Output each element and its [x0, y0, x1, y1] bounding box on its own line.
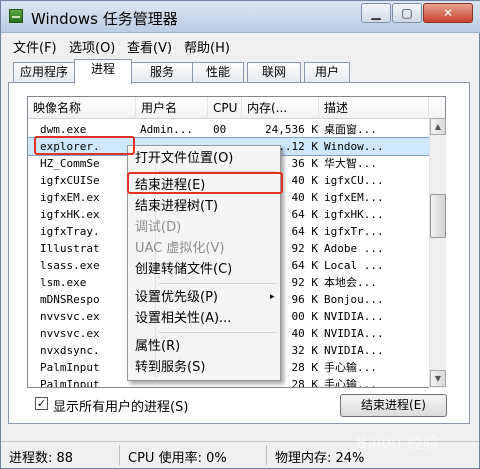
tab-services[interactable]: 服务	[131, 62, 193, 83]
task-manager-icon	[9, 9, 23, 23]
show-all-users-label[interactable]: 显示所有用户的进程(S)	[53, 396, 188, 415]
menu-view[interactable]: 查看(V)	[127, 37, 172, 56]
menu-help[interactable]: 帮助(H)	[184, 37, 230, 56]
menu-end-process-tree[interactable]: 结束进程树(T)	[130, 196, 278, 217]
process-description: NVIDIA...	[324, 310, 384, 323]
scroll-up-icon[interactable]: ▲	[430, 118, 446, 135]
column-image-name[interactable]: 映像名称	[28, 97, 136, 119]
process-description: igfxTr...	[324, 225, 384, 238]
process-description: Adobe ...	[324, 242, 384, 255]
process-name: igfxTray.	[40, 225, 100, 238]
submenu-arrow-icon: ▸	[270, 292, 275, 302]
window-title: Windows 任务管理器	[31, 10, 178, 28]
process-description: Bonjou...	[324, 293, 384, 306]
column-memory[interactable]: 内存(...	[242, 97, 319, 119]
process-name: PalmInput	[40, 361, 100, 374]
process-count: 进程数: 88	[9, 451, 74, 466]
process-name: HZ_CommSe	[40, 157, 100, 170]
process-description: NVIDIA...	[324, 327, 384, 340]
process-name: igfxCUISe	[40, 174, 100, 187]
vertical-scrollbar[interactable]: ▲ ▼	[429, 118, 446, 388]
highlight-explorer-row	[34, 136, 135, 155]
process-description: NVIDIA...	[324, 344, 384, 357]
process-name: lsm.exe	[40, 276, 87, 289]
memory-usage: 物理内存: 24%	[275, 451, 365, 466]
process-memory: 24,536 K	[265, 123, 318, 136]
tab-users[interactable]: 用户	[304, 62, 350, 83]
process-name: PalmInput	[40, 378, 100, 388]
scroll-down-icon[interactable]: ▼	[430, 370, 446, 387]
end-process-button[interactable]: 结束进程(E)	[340, 394, 447, 417]
process-name: igfxEM.ex	[40, 191, 100, 204]
tab-applications[interactable]: 应用程序	[13, 62, 75, 83]
scroll-thumb[interactable]	[430, 194, 446, 238]
cpu-usage: CPU 使用率: 0%	[128, 451, 227, 466]
close-button[interactable]: ✕	[423, 3, 473, 23]
minimize-button[interactable]: ▁	[361, 3, 391, 23]
process-name: mDNSRespo	[40, 293, 100, 306]
menu-separator	[158, 283, 276, 284]
maximize-button[interactable]: ▢	[392, 3, 422, 23]
show-all-users-checkbox[interactable]: ✓	[35, 397, 48, 410]
process-description: 本地会...	[324, 276, 377, 289]
process-cpu: 00	[213, 123, 227, 136]
tab-strip: 应用程序 进程 服务 性能 联网 用户	[1, 59, 479, 84]
menu-open-file-location[interactable]: 打开文件位置(O)	[130, 148, 278, 169]
process-description: 手心输...	[324, 361, 377, 374]
menu-go-to-service[interactable]: 转到服务(S)	[130, 357, 278, 378]
menu-create-dump[interactable]: 创建转储文件(C)	[130, 259, 278, 280]
status-divider	[119, 445, 120, 465]
process-description: 手心输...	[324, 378, 377, 388]
status-divider	[266, 445, 267, 465]
process-description: igfxCU...	[324, 174, 384, 187]
process-description: Window...	[324, 140, 384, 153]
menu-file[interactable]: 文件(F)	[13, 37, 57, 56]
process-description: igfxHK...	[324, 208, 384, 221]
process-description: 桌面窗...	[324, 123, 377, 136]
menu-set-priority[interactable]: 设置优先级(P) ▸	[130, 287, 278, 308]
column-cpu[interactable]: CPU	[208, 97, 242, 119]
menu-uac-virtualization: UAC 虚拟化(V)	[135, 241, 225, 256]
process-name: igfxHK.ex	[40, 208, 100, 221]
process-user: Admin...	[140, 123, 193, 136]
list-header: 映像名称 用户名 CPU 内存(... 描述	[28, 97, 445, 119]
highlight-end-process	[127, 172, 283, 194]
process-description: Local ...	[324, 259, 384, 272]
menu-set-priority-label: 设置优先级(P)	[135, 290, 218, 305]
menu-bar: 文件(F) 选项(O) 查看(V) 帮助(H)	[1, 34, 479, 56]
process-description: igfxEM...	[324, 191, 384, 204]
process-name: Illustrat	[40, 242, 100, 255]
tab-processes[interactable]: 进程	[74, 59, 132, 84]
menu-options[interactable]: 选项(O)	[69, 37, 115, 56]
tab-performance[interactable]: 性能	[192, 62, 244, 83]
task-manager-window: Windows 任务管理器 ▁ ▢ ✕ 文件(F) 选项(O) 查看(V) 帮助…	[0, 0, 480, 469]
process-name: lsass.exe	[40, 259, 100, 272]
column-description[interactable]: 描述	[319, 97, 429, 119]
menu-properties[interactable]: 属性(R)	[130, 336, 278, 357]
process-description: 华大智...	[324, 157, 377, 170]
process-name: nvvsvc.ex	[40, 310, 100, 323]
title-bar: Windows 任务管理器 ▁ ▢ ✕	[1, 1, 480, 33]
menu-debug: 调试(D)	[135, 220, 182, 235]
menu-separator	[158, 332, 276, 333]
column-user-name[interactable]: 用户名	[136, 97, 208, 119]
process-name: nvvsvc.ex	[40, 327, 100, 340]
menu-set-affinity[interactable]: 设置相关性(A)...	[130, 308, 278, 329]
tab-networking[interactable]: 联网	[247, 62, 301, 83]
watermark: Baidu 经验	[356, 433, 439, 452]
process-name: nvxdsync.	[40, 344, 100, 357]
